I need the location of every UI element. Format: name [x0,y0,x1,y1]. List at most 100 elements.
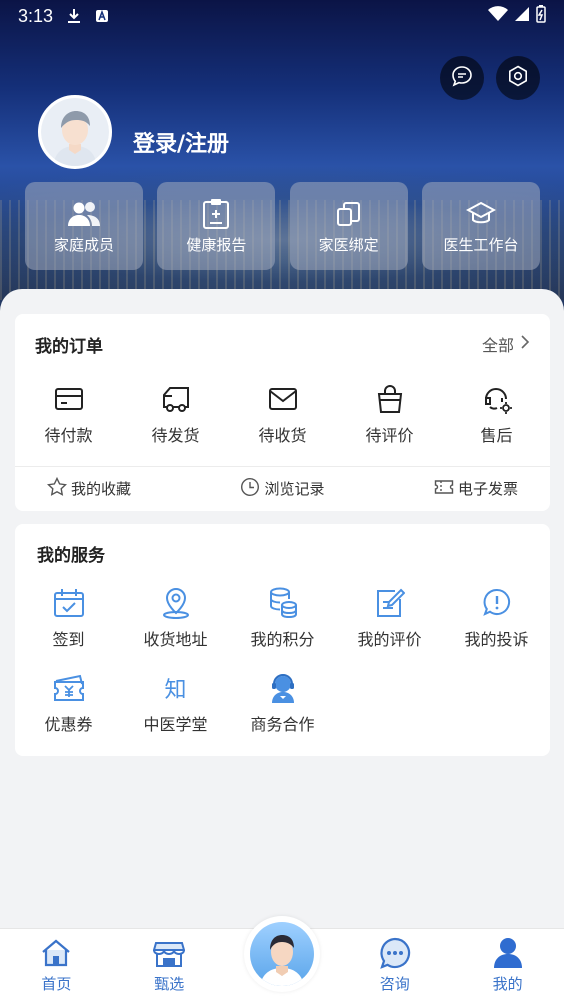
tile-family-doctor-binding[interactable]: 家医绑定 [289,182,408,270]
service-shipping-address[interactable]: 收货地址 [122,586,229,650]
notification-a-icon [95,9,109,23]
order-pending-payment[interactable]: 待付款 [15,382,122,446]
service-check-in[interactable]: 签到 [15,586,122,650]
service-my-reviews[interactable]: 我的评价 [336,586,443,650]
quick-tiles: 家庭成员 健康报告 家医绑定 医生工作台 [25,182,540,270]
service-coupons[interactable]: 优惠券 [15,671,122,735]
service-label: 我的积分 [250,630,315,649]
coins-stack-icon [268,586,298,620]
tile-label: 家医绑定 [318,235,379,254]
status-time: 3:13 [18,5,54,26]
tile-label: 家庭成员 [53,235,114,254]
doctor-assistant-button[interactable] [244,916,320,992]
wifi-icon [488,5,508,27]
my-favorites-link[interactable]: 我的收藏 [46,476,132,501]
services-title: 我的服务 [37,546,105,566]
service-label: 中医学堂 [143,715,208,734]
nav-consult[interactable]: 咨询 [338,929,451,1004]
status-bar: 3:13 [0,0,564,32]
service-label: 签到 [52,630,85,649]
message-button[interactable] [440,56,484,100]
tile-family-members[interactable]: 家庭成员 [25,182,143,270]
orders-title: 我的订单 [35,337,103,357]
signal-icon [514,6,530,27]
order-pending-shipment[interactable]: 待发货 [122,382,229,446]
avatar[interactable] [38,95,112,169]
order-status-label: 待付款 [44,426,93,445]
e-invoice-link[interactable]: 电子发票 [434,478,518,499]
services-row-1: 签到 收货地址 我的积分 我的评价 我的投诉 [15,586,550,650]
order-status-label: 待收货 [258,426,307,445]
login-register-link[interactable]: 登录/注册 [133,126,229,158]
coupon-yuan-icon [52,671,86,705]
service-my-points[interactable]: 我的积分 [229,586,336,650]
star-icon [46,476,68,501]
home-icon [40,935,72,971]
all-orders-link[interactable]: 全部 [482,332,530,356]
service-tcm-school[interactable]: 知 中医学堂 [122,671,229,735]
nav-label: 咨询 [379,975,410,993]
nav-label: 甄选 [154,975,185,993]
sub-link-label: 我的收藏 [71,480,132,498]
nav-mine[interactable]: 我的 [451,929,564,1004]
service-label: 商务合作 [250,715,315,734]
order-status-label: 待评价 [365,426,414,445]
nav-selection[interactable]: 甄选 [113,929,226,1004]
download-icon [67,8,81,24]
person-icon [493,935,523,971]
services-card: 我的服务 签到 收货地址 我的积分 我的评价 我的投诉 优惠券 知 中医学堂 商… [15,524,550,756]
family-icon [67,198,101,230]
browsing-history-link[interactable]: 浏览记录 [240,477,325,501]
service-label: 我的投诉 [464,630,529,649]
store-icon [153,935,186,971]
graduation-cap-icon [465,198,496,230]
tile-health-report[interactable]: 健康报告 [157,182,276,270]
report-clipboard-icon [202,198,230,230]
order-pending-receipt[interactable]: 待收货 [229,382,336,446]
message-icon [450,64,474,92]
order-sub-links: 我的收藏 浏览记录 电子发票 [15,466,550,511]
nav-label: 首页 [41,975,72,993]
nav-home[interactable]: 首页 [0,929,113,1004]
default-avatar-icon [41,98,109,166]
service-my-complaints[interactable]: 我的投诉 [443,586,550,650]
tile-label: 健康报告 [186,235,247,254]
service-label: 收货地址 [143,630,208,649]
battery-icon [536,4,546,28]
all-orders-label: 全部 [481,336,514,355]
sub-link-label: 浏览记录 [264,480,325,498]
customer-service-icon [268,671,298,705]
doctor-avatar-icon [250,922,314,986]
tile-label: 医生工作台 [443,235,519,254]
sub-link-label: 电子发票 [457,480,518,498]
chat-bubble-icon [379,935,411,971]
ticket-icon [434,479,454,499]
calendar-check-icon [53,586,85,620]
nav-label: 我的 [492,975,523,993]
service-label: 我的评价 [357,630,422,649]
bag-icon [376,382,404,416]
chevron-right-icon [520,334,530,354]
order-after-sales[interactable]: 售后 [443,382,550,446]
orders-card: 我的订单 全部 待付款 待发货 待收货 待评价 售后 我的收藏 浏览记录 电子发… [15,314,550,511]
alert-bubble-icon [482,586,512,620]
card-icon [54,382,84,416]
settings-button[interactable] [496,56,540,100]
zhi-glyph-icon: 知 [164,678,187,703]
order-status-label: 待发货 [151,426,200,445]
edit-note-icon [375,586,405,620]
gear-icon [506,64,530,92]
truck-icon [161,382,191,416]
clock-icon [240,477,260,501]
order-pending-review[interactable]: 待评价 [336,382,443,446]
order-status-label: 售后 [480,426,513,445]
support-gear-icon [481,382,513,416]
envelope-icon [268,382,298,416]
order-status-row: 待付款 待发货 待收货 待评价 售后 [15,382,550,446]
services-row-2: 优惠券 知 中医学堂 商务合作 [15,671,550,735]
bind-cards-icon [335,198,363,230]
service-business-cooperation[interactable]: 商务合作 [229,671,336,735]
tile-doctor-workbench[interactable]: 医生工作台 [421,182,540,270]
location-pin-icon [161,586,191,620]
service-label: 优惠券 [44,715,93,734]
